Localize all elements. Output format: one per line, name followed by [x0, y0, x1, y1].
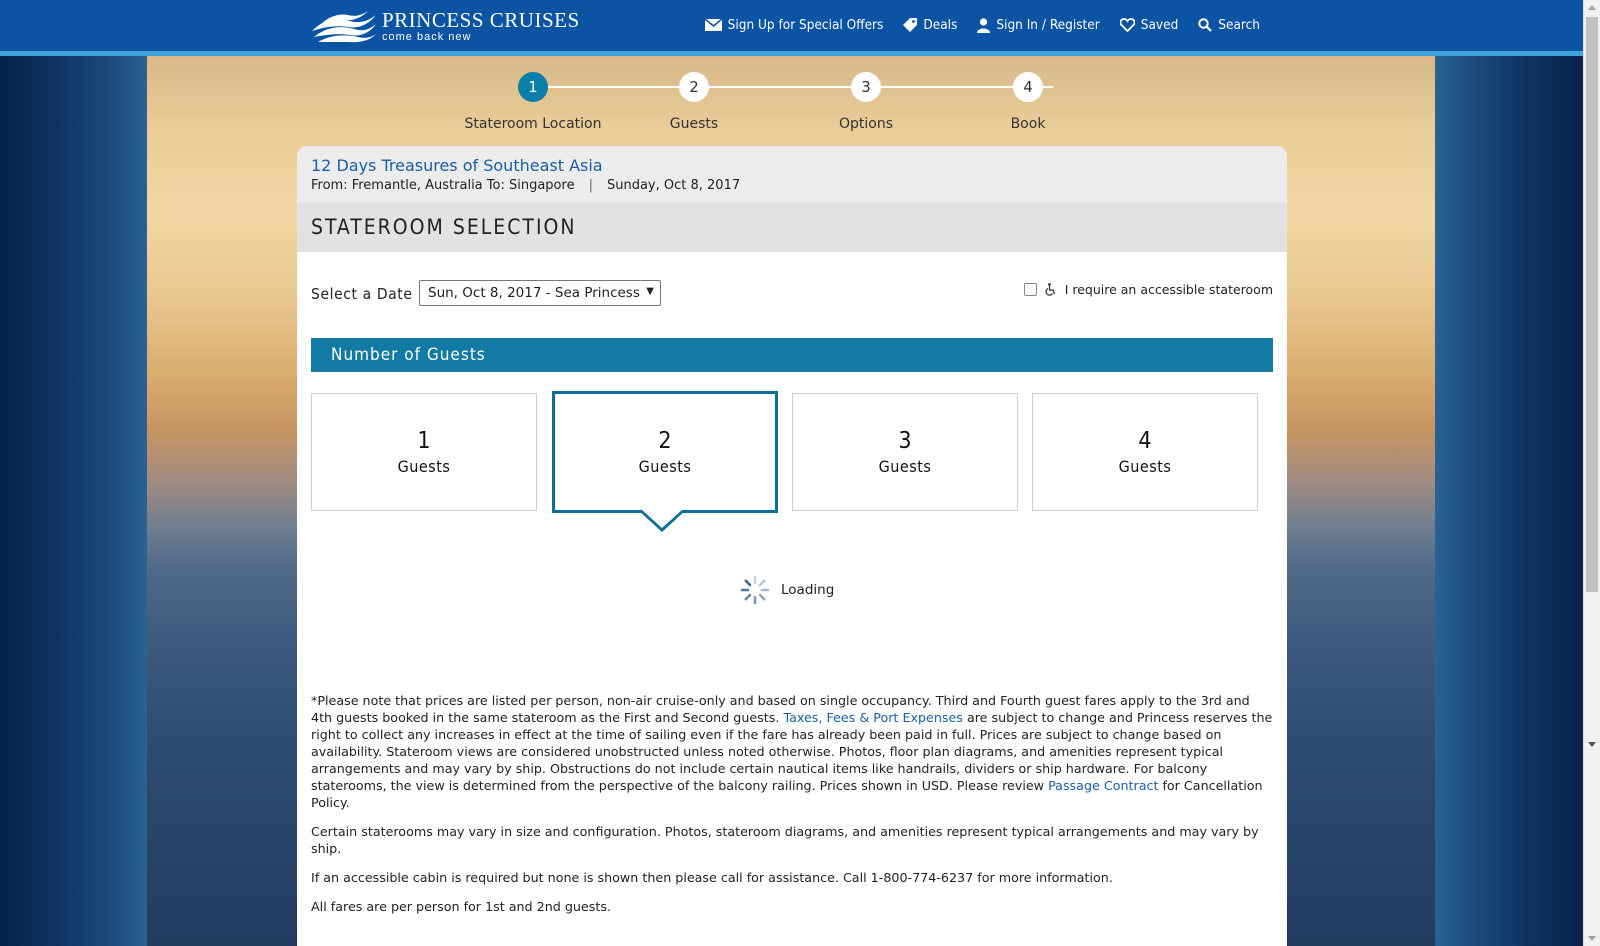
- seawitch-logo-icon: [312, 11, 376, 43]
- cruise-summary: 12 Days Treasures of Southeast Asia From…: [297, 146, 1287, 202]
- logo-title: PRINCESS CRUISES: [382, 7, 580, 32]
- number-of-guests-header: Number of Guests: [311, 338, 1273, 372]
- fare-notes: *Please note that prices are listed per …: [311, 692, 1273, 927]
- cruise-details: From: Fremantle, Australia To: Singapore…: [311, 178, 1273, 193]
- guest-label: Guests: [1118, 457, 1172, 476]
- section-title: STATEROOM SELECTION: [297, 202, 1287, 252]
- step-guests[interactable]: 2 Guests: [624, 72, 764, 132]
- accessible-cabin-note: If an accessible cabin is required but n…: [311, 870, 1113, 885]
- nav-saved-label: Saved: [1140, 17, 1179, 33]
- nav-search[interactable]: Search: [1198, 17, 1260, 33]
- sailing-date-value: Sun, Oct 8, 2017 - Sea Princess: [428, 285, 640, 301]
- cruise-separator: |: [588, 178, 593, 193]
- guest-count: 3: [898, 428, 912, 454]
- selected-guest-pointer-inner: [642, 510, 682, 528]
- passage-contract-link[interactable]: Passage Contract: [1048, 778, 1158, 793]
- dropdown-caret-icon: ▼: [646, 286, 654, 297]
- loading-indicator: Loading: [739, 574, 834, 606]
- fares-per-person-note: All fares are per person for 1st and 2nd…: [311, 899, 611, 914]
- stateroom-variation-note: Certain staterooms may vary in size and …: [311, 824, 1259, 856]
- step-stateroom-location[interactable]: 1 Stateroom Location: [463, 72, 603, 132]
- guest-count: 1: [417, 428, 431, 454]
- nav-sign-in-label: Sign In / Register: [996, 17, 1100, 33]
- fare-note-paragraph: *Please note that prices are listed per …: [311, 692, 1273, 811]
- step-label: Options: [838, 116, 894, 132]
- background-shade-left: [0, 56, 147, 946]
- background-shade-right: [1435, 56, 1583, 946]
- site-header: PRINCESS CRUISES come back new Sign Up f…: [0, 0, 1583, 56]
- user-icon: [977, 17, 991, 33]
- sailing-date-select[interactable]: Sun, Oct 8, 2017 - Sea Princess ▼: [419, 280, 661, 306]
- cruise-title[interactable]: 12 Days Treasures of Southeast Asia: [311, 156, 1273, 175]
- guest-option-1[interactable]: 1 Guests: [311, 393, 537, 511]
- logo-tagline: come back new: [382, 30, 472, 43]
- stateroom-selection-card: 12 Days Treasures of Southeast Asia From…: [297, 146, 1287, 946]
- taxes-fees-link[interactable]: Taxes, Fees & Port Expenses: [783, 710, 962, 725]
- accessible-stateroom-label: I require an accessible stateroom: [1064, 282, 1273, 297]
- search-icon: [1198, 18, 1213, 32]
- heart-icon: [1119, 18, 1135, 32]
- cruise-date: Sunday, Oct 8, 2017: [606, 178, 741, 193]
- guest-count: 2: [658, 428, 672, 454]
- nav-search-label: Search: [1218, 17, 1260, 33]
- step-number: 3: [851, 72, 881, 102]
- date-row: Select a Date Sun, Oct 8, 2017 - Sea Pri…: [311, 280, 1273, 310]
- guest-option-4[interactable]: 4 Guests: [1032, 393, 1258, 511]
- loading-text: Loading: [781, 582, 835, 598]
- nav-special-offers-label: Sign Up for Special Offers: [727, 17, 884, 33]
- guest-label: Guests: [638, 457, 692, 476]
- accessible-stateroom-option[interactable]: I require an accessible stateroom: [1023, 282, 1273, 297]
- header-nav: Sign Up for Special Offers Deals Sign In…: [685, 17, 1260, 33]
- envelope-icon: [704, 19, 722, 31]
- nav-sign-in[interactable]: Sign In / Register: [977, 17, 1100, 33]
- guest-option-3[interactable]: 3 Guests: [792, 393, 1018, 511]
- step-number: 1: [518, 72, 548, 102]
- step-number: 2: [679, 72, 709, 102]
- princess-cruises-logo[interactable]: PRINCESS CRUISES come back new: [310, 8, 580, 44]
- scroll-down-marker-icon: [1588, 742, 1596, 747]
- guest-label: Guests: [878, 457, 932, 476]
- tag-icon: [903, 18, 918, 32]
- wheelchair-icon: [1045, 283, 1055, 296]
- select-date-label: Select a Date: [311, 285, 413, 303]
- scroll-up-icon[interactable]: [1588, 5, 1596, 10]
- page-scrollbar[interactable]: [1583, 0, 1600, 946]
- nav-deals[interactable]: Deals: [903, 17, 957, 33]
- step-options[interactable]: 3 Options: [796, 72, 936, 132]
- nav-special-offers[interactable]: Sign Up for Special Offers: [704, 17, 884, 33]
- step-number: 4: [1013, 72, 1043, 102]
- cruise-route: From: Fremantle, Australia To: Singapore: [311, 178, 575, 193]
- step-label: Guests: [669, 116, 719, 132]
- accessible-stateroom-checkbox[interactable]: [1023, 283, 1037, 296]
- booking-progress-stepper: 1 Stateroom Location 2 Guests 3 Options …: [463, 72, 1083, 134]
- nav-deals-label: Deals: [923, 17, 958, 33]
- guest-label: Guests: [397, 457, 451, 476]
- nav-saved[interactable]: Saved: [1119, 17, 1179, 33]
- scroll-thumb[interactable]: [1586, 17, 1598, 592]
- loading-spinner-icon: [740, 575, 770, 605]
- step-label: Book: [1010, 116, 1046, 132]
- guest-count: 4: [1138, 428, 1152, 454]
- guest-option-2[interactable]: 2 Guests: [552, 391, 778, 513]
- step-label: Stateroom Location: [464, 116, 602, 132]
- scroll-down-icon[interactable]: [1588, 936, 1596, 941]
- step-book[interactable]: 4 Book: [958, 72, 1098, 132]
